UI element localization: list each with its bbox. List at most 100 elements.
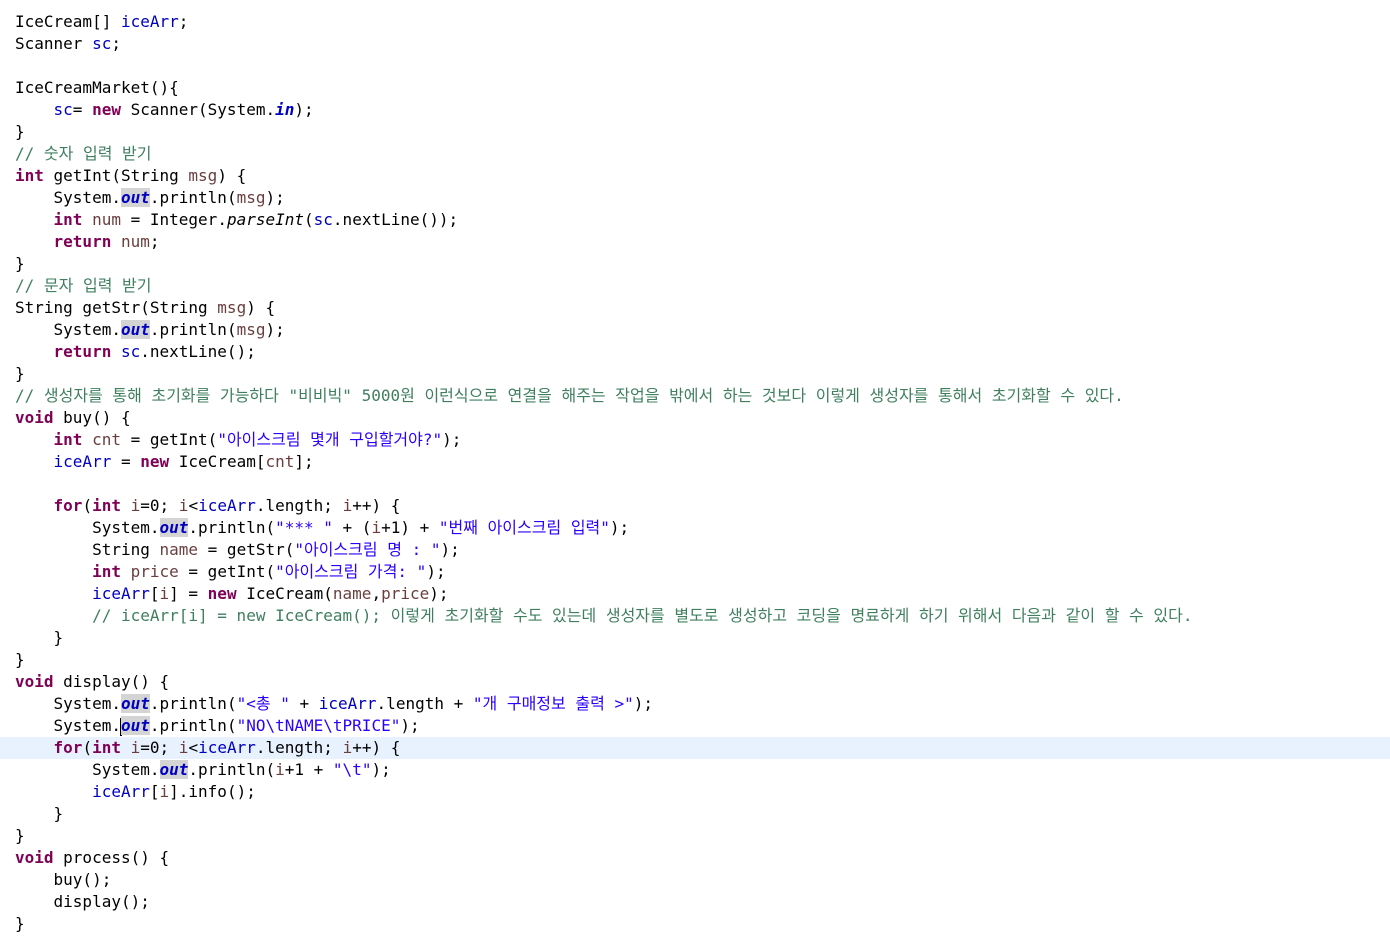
code-line[interactable]: System.out.println(i+1 + "\t"); bbox=[0, 759, 1390, 781]
code-line[interactable]: } bbox=[0, 649, 1390, 671]
code-line[interactable]: } bbox=[0, 627, 1390, 649]
local-variable-token: i bbox=[178, 496, 189, 515]
code-editor[interactable]: IceCream[] iceArr; Scanner sc; IceCreamMar… bbox=[0, 0, 1390, 942]
code-text: IceCream[] bbox=[15, 12, 121, 31]
static-field-token: in bbox=[275, 100, 295, 119]
code-text: ++) { bbox=[352, 738, 401, 757]
code-line[interactable]: // 숫자 입력 받기 bbox=[0, 143, 1390, 165]
code-text: ; bbox=[111, 34, 121, 53]
code-line[interactable]: System.out.println("<총 " + iceArr.length… bbox=[0, 693, 1390, 715]
field-token: iceArr bbox=[198, 738, 256, 757]
code-line[interactable]: return sc.nextLine(); bbox=[0, 341, 1390, 363]
code-text: ); bbox=[400, 716, 420, 735]
code-line[interactable]: int price = getInt("아이스크림 가격: "); bbox=[0, 561, 1390, 583]
static-field-occurrence: out bbox=[120, 694, 150, 713]
code-line[interactable]: } bbox=[0, 913, 1390, 935]
code-line[interactable]: iceArr[i] = new IceCream(name,price); bbox=[0, 583, 1390, 605]
code-text: .println( bbox=[149, 188, 237, 207]
code-text: = getInt( bbox=[178, 562, 276, 581]
code-line[interactable]: String getStr(String msg) { bbox=[0, 297, 1390, 319]
code-text: display(); bbox=[15, 892, 150, 911]
keyword-token: int bbox=[92, 496, 121, 515]
local-variable-token: i bbox=[342, 738, 353, 757]
code-line[interactable]: sc= new Scanner(System.in); bbox=[0, 99, 1390, 121]
code-line[interactable]: int getInt(String msg) { bbox=[0, 165, 1390, 187]
code-text: IceCream[ bbox=[169, 452, 266, 471]
code-text: ] = bbox=[169, 584, 208, 603]
code-text: } bbox=[15, 804, 64, 823]
local-variable-token: i bbox=[178, 738, 189, 757]
code-text: ); bbox=[371, 760, 391, 779]
code-line[interactable] bbox=[0, 473, 1390, 495]
local-variable-token: i bbox=[159, 782, 170, 801]
local-variable-token: i bbox=[371, 518, 382, 537]
code-line[interactable]: String name = getStr("아이스크림 명 : "); bbox=[0, 539, 1390, 561]
field-token: sc bbox=[313, 210, 333, 229]
code-text: ; bbox=[178, 12, 189, 31]
code-text: } bbox=[15, 826, 25, 845]
code-line[interactable]: void process() { bbox=[0, 847, 1390, 869]
code-text: < bbox=[188, 738, 199, 757]
code-text: ++) { bbox=[352, 496, 401, 515]
code-text: + bbox=[289, 694, 319, 713]
code-text: } bbox=[15, 628, 64, 647]
code-line[interactable]: for(int i=0; i<iceArr.length; i++) { bbox=[0, 495, 1390, 517]
code-line[interactable]: void display() { bbox=[0, 671, 1390, 693]
code-line[interactable] bbox=[0, 55, 1390, 77]
code-line[interactable]: display(); bbox=[0, 891, 1390, 913]
code-line[interactable]: System.out.println("*** " + (i+1) + "번째 … bbox=[0, 517, 1390, 539]
code-text: } bbox=[15, 914, 25, 933]
code-line[interactable]: Scanner sc; bbox=[0, 33, 1390, 55]
code-text: =0; bbox=[140, 738, 179, 757]
code-line[interactable]: } bbox=[0, 803, 1390, 825]
code-line[interactable]: } bbox=[0, 363, 1390, 385]
code-line[interactable]: iceArr = new IceCream[cnt]; bbox=[0, 451, 1390, 473]
code-line[interactable]: IceCreamMarket(){ bbox=[0, 77, 1390, 99]
code-line[interactable]: void buy() { bbox=[0, 407, 1390, 429]
code-line[interactable]: int num = Integer.parseInt(sc.nextLine()… bbox=[0, 209, 1390, 231]
code-text: Scanner(System. bbox=[120, 100, 276, 119]
code-line[interactable]: // 문자 입력 받기 bbox=[0, 275, 1390, 297]
code-text: } bbox=[15, 254, 25, 273]
code-text: [ bbox=[149, 584, 160, 603]
keyword-token: for bbox=[53, 738, 83, 757]
code-line[interactable]: IceCream[] iceArr; bbox=[0, 11, 1390, 33]
static-field-occurrence: out bbox=[120, 320, 150, 339]
current-code-line[interactable]: for(int i=0; i<iceArr.length; i++) { bbox=[0, 737, 1390, 759]
local-variable-token: i bbox=[130, 496, 141, 515]
code-text: buy() { bbox=[53, 408, 131, 427]
code-text: String getStr(String bbox=[15, 298, 218, 317]
code-line[interactable]: System.out.println(msg); bbox=[0, 319, 1390, 341]
string-literal: "아이스크림 몇개 구입할거야?" bbox=[217, 430, 443, 449]
code-line[interactable]: // iceArr[i] = new IceCream(); 이렇게 초기화할 … bbox=[0, 605, 1390, 627]
local-variable-token: i bbox=[130, 738, 141, 757]
code-line[interactable]: return num; bbox=[0, 231, 1390, 253]
code-text: ].info(); bbox=[169, 782, 256, 801]
local-variable-token: price bbox=[381, 584, 430, 603]
field-token: iceArr bbox=[120, 12, 179, 31]
code-line[interactable]: } bbox=[0, 253, 1390, 275]
code-line[interactable]: // 생성자를 통해 초기화를 가능하다 "비비빅" 5000원 이런식으로 연… bbox=[0, 385, 1390, 407]
code-line[interactable]: iceArr[i].info(); bbox=[0, 781, 1390, 803]
local-variable-token: i bbox=[275, 760, 285, 779]
code-text: Scanner bbox=[15, 34, 93, 53]
code-line[interactable]: System.out.println("NO\tNAME\tPRICE"); bbox=[0, 715, 1390, 737]
string-literal: "NO\tNAME\tPRICE" bbox=[236, 716, 401, 735]
local-variable-token: i bbox=[342, 496, 353, 515]
code-text: .println( bbox=[188, 518, 276, 537]
keyword-token: int bbox=[15, 166, 44, 185]
code-line[interactable]: } bbox=[0, 121, 1390, 143]
code-text: System. bbox=[15, 694, 121, 713]
code-line[interactable]: System.out.println(msg); bbox=[0, 187, 1390, 209]
keyword-token: int bbox=[92, 562, 121, 581]
code-text: ); bbox=[440, 540, 460, 559]
keyword-token: int bbox=[53, 210, 83, 229]
code-line[interactable]: } bbox=[0, 825, 1390, 847]
code-line[interactable]: buy(); bbox=[0, 869, 1390, 891]
code-line[interactable]: int cnt = getInt("아이스크림 몇개 구입할거야?"); bbox=[0, 429, 1390, 451]
code-text: ( bbox=[304, 210, 314, 229]
